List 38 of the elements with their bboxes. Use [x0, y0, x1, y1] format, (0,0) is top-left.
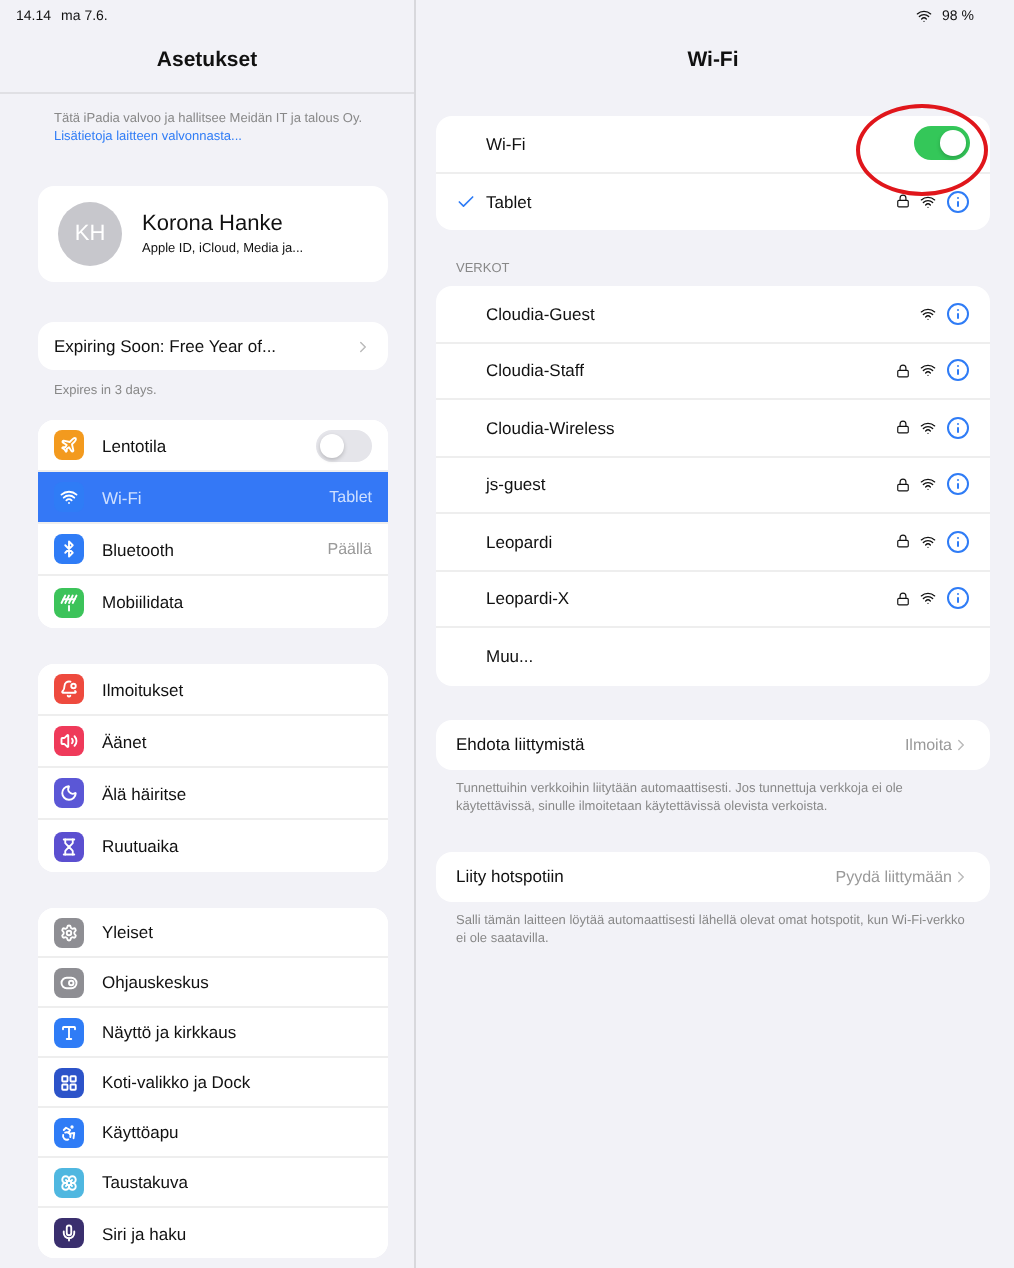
network-row[interactable]: Cloudia-Wireless: [436, 400, 990, 457]
sidebar-title: Asetukset: [154, 46, 260, 76]
detail-title: Wi-Fi: [685, 46, 741, 76]
wifi-icon: [920, 590, 936, 607]
profile-name: Korona Hanke: [142, 212, 285, 237]
option-row[interactable]: Ehdota liittymistä Ilmoita: [436, 719, 990, 769]
wifi-icon: [920, 305, 936, 322]
info-icon[interactable]: [946, 415, 970, 440]
info-icon[interactable]: [946, 586, 970, 611]
wifi-icon: [920, 476, 936, 493]
toggle-switch[interactable]: [316, 429, 372, 462]
avatar: KH: [58, 202, 122, 267]
network-row[interactable]: Leopardi-X: [436, 571, 990, 628]
info-icon[interactable]: [946, 529, 970, 554]
wifi-toggle[interactable]: [914, 126, 970, 161]
wifi-signal-icon: [916, 8, 933, 24]
info-icon[interactable]: [946, 189, 970, 214]
highlight-circle: [856, 104, 988, 196]
wifi-icon: [920, 419, 936, 436]
info-icon[interactable]: [946, 358, 970, 383]
item-value: Tablet: [329, 488, 372, 507]
current-network-row[interactable]: Tablet: [436, 173, 990, 230]
chevron-icon: [952, 867, 970, 886]
network-row[interactable]: Leopardi: [436, 514, 990, 571]
network-row[interactable]: js-guest: [436, 457, 990, 514]
network-row[interactable]: Muu...: [436, 628, 990, 685]
item-value: Päällä: [327, 540, 372, 559]
chevron-icon: [952, 735, 970, 753]
network-row[interactable]: Cloudia-Guest: [436, 286, 990, 343]
info-icon[interactable]: [946, 301, 970, 326]
network-row[interactable]: Cloudia-Staff: [436, 343, 990, 400]
wifi-icon: [920, 193, 936, 210]
wifi-icon: [920, 533, 936, 550]
option-row[interactable]: Liity hotspotiin Pyydä liittymään: [436, 851, 990, 902]
info-icon[interactable]: [946, 472, 970, 497]
wifi-label: Wi-Fi: [486, 133, 528, 154]
wifi-icon: [920, 362, 936, 379]
chevron-icon: [354, 337, 372, 356]
